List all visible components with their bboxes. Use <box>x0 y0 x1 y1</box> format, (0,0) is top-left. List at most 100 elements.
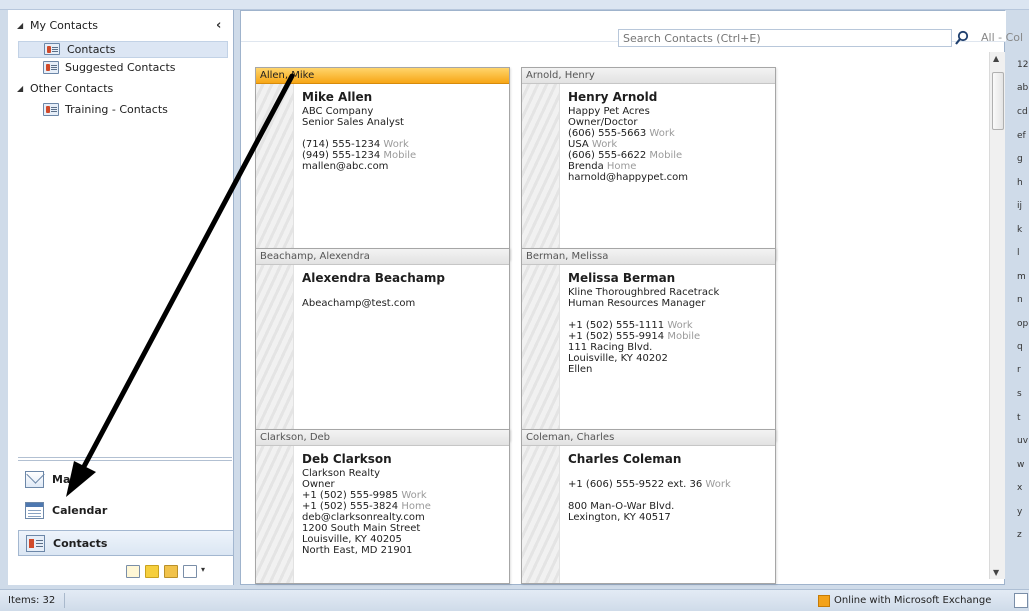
contact-extra: Ellen <box>568 364 593 375</box>
index-letter[interactable]: r <box>1017 365 1021 375</box>
index-letter[interactable]: k <box>1017 225 1022 235</box>
connection-status[interactable]: Online with Microsoft Exchange <box>834 595 991 606</box>
search-icon[interactable] <box>954 29 970 47</box>
index-letter[interactable]: z <box>1017 530 1022 540</box>
contact-company: Happy Pet Acres <box>568 106 650 117</box>
contact-name: Mike Allen <box>302 90 373 104</box>
shortcuts-icon[interactable] <box>183 565 197 578</box>
contact-job-title: Owner <box>302 479 335 490</box>
index-letter[interactable]: s <box>1017 389 1022 399</box>
contact-card-berman-melissa[interactable]: Berman, Melissa Melissa Berman Kline Tho… <box>521 248 776 441</box>
contact-phone-home: +1 (502) 555-3824 Home <box>302 501 431 512</box>
contact-email[interactable]: deb@clarksonrealty.com <box>302 512 505 523</box>
contact-card-clarkson-deb[interactable]: Clarkson, Deb Deb Clarkson Clarkson Real… <box>255 429 510 584</box>
contact-company: Kline Thoroughbred Racetrack <box>568 287 720 298</box>
contact-phone-mobile: (949) 555-1234 Mobile <box>302 150 417 161</box>
index-letter[interactable]: ef <box>1017 131 1026 141</box>
contact-email[interactable]: Abeachamp@test.com <box>302 298 505 309</box>
contact-card-icon <box>26 535 45 552</box>
search-input[interactable] <box>618 29 952 47</box>
index-letter[interactable]: op <box>1017 319 1028 329</box>
index-letter[interactable]: w <box>1017 460 1024 470</box>
contact-phone-work: (606) 555-5663 Work <box>568 128 675 139</box>
envelope-icon <box>25 471 44 488</box>
contact-job-title: Human Resources Manager <box>568 298 706 309</box>
group-label: My Contacts <box>30 19 99 32</box>
search-scope-label[interactable]: All - Col <box>981 31 1023 44</box>
index-letter[interactable]: cd <box>1017 107 1028 117</box>
nav-button-mail[interactable]: Mail <box>18 467 234 493</box>
search-bar: All - Col <box>241 11 1023 47</box>
folder-item-training-contacts[interactable]: Training - Contacts <box>8 101 228 119</box>
contacts-folder-icon <box>43 61 59 74</box>
index-letter[interactable]: ab <box>1017 83 1028 93</box>
contact-street: 1200 South Main Street <box>302 523 421 534</box>
index-letter[interactable]: x <box>1017 483 1022 493</box>
contact-job-title: Senior Sales Analyst <box>302 117 404 128</box>
exchange-connection-icon <box>818 595 830 607</box>
nav-pane-splitter[interactable] <box>18 457 232 461</box>
contact-company: Clarkson Realty <box>302 468 381 479</box>
contact-email[interactable]: harnold@happypet.com <box>568 172 771 183</box>
contact-city-state: Louisville, KY 40202 <box>568 353 668 364</box>
index-letter[interactable]: uv <box>1017 436 1028 446</box>
status-divider <box>64 593 65 608</box>
scroll-up-arrow-icon[interactable]: ▲ <box>993 54 999 63</box>
nav-button-calendar[interactable]: Calendar <box>18 498 234 524</box>
index-letter[interactable]: m <box>1017 272 1026 282</box>
configure-buttons-chevron-icon[interactable]: ▾ <box>201 565 205 574</box>
index-letter[interactable]: g <box>1017 154 1023 164</box>
alphabet-index-bar: 123 ab cd ef g h ij k l m n op q r s t u… <box>1013 54 1029 554</box>
scroll-down-arrow-icon[interactable]: ▼ <box>993 568 999 577</box>
contact-photo-placeholder <box>256 446 294 583</box>
contact-phone-mobile: (606) 555-6622 Mobile <box>568 150 683 161</box>
folder-list-icon[interactable] <box>164 565 178 578</box>
nav-button-label: Mail <box>52 473 78 486</box>
contact-phone-work: +1 (502) 555-9985 Work <box>302 490 427 501</box>
contact-card-arnold-henry[interactable]: Arnold, Henry Henry Arnold Happy Pet Acr… <box>521 67 776 260</box>
contact-city-state-2: North East, MD 21901 <box>302 545 413 556</box>
collapse-triangle-icon: ◢ <box>17 21 24 30</box>
tasks-icon[interactable] <box>126 565 140 578</box>
index-letter[interactable]: n <box>1017 295 1023 305</box>
scroll-thumb[interactable] <box>992 72 1004 130</box>
contact-card-coleman-charles[interactable]: Coleman, Charles Charles Coleman +1 (606… <box>521 429 776 584</box>
contact-name: Alexendra Beachamp <box>302 271 445 285</box>
contact-card-beachamp-alexendra[interactable]: Beachamp, Alexendra Alexendra Beachamp A… <box>255 248 510 441</box>
contact-photo-placeholder <box>256 265 294 440</box>
folder-item-contacts[interactable]: Contacts <box>18 41 228 58</box>
nav-button-label: Contacts <box>53 537 108 550</box>
index-letter[interactable]: y <box>1017 507 1022 517</box>
contact-photo-placeholder <box>522 84 560 259</box>
contacts-folder-icon <box>44 43 60 55</box>
normal-view-icon[interactable] <box>1014 593 1028 608</box>
index-letter[interactable]: l <box>1017 248 1020 258</box>
card-file-as: Clarkson, Deb <box>256 430 509 446</box>
index-letter[interactable]: 123 <box>1017 60 1029 70</box>
contact-photo-placeholder <box>522 446 560 583</box>
group-my-contacts[interactable]: ◢ My Contacts <box>8 17 228 35</box>
cards-vertical-scrollbar[interactable]: ▲ ▼ <box>989 52 1005 579</box>
card-file-as: Arnold, Henry <box>522 68 775 84</box>
folder-label: Training - Contacts <box>65 103 168 116</box>
contact-name: Henry Arnold <box>568 90 658 104</box>
nav-button-contacts[interactable]: Contacts <box>18 530 234 556</box>
index-letter[interactable]: q <box>1017 342 1023 352</box>
contact-card-allen-mike[interactable]: Allen, Mike Mike Allen ABC Company Senio… <box>255 67 510 260</box>
index-letter[interactable]: h <box>1017 178 1023 188</box>
contact-job-title: Owner/Doctor <box>568 117 638 128</box>
contact-email[interactable]: mallen@abc.com <box>302 161 505 172</box>
contact-photo-placeholder <box>256 84 294 259</box>
contact-name: Melissa Berman <box>568 271 676 285</box>
card-file-as: Coleman, Charles <box>522 430 775 446</box>
index-letter[interactable]: ij <box>1017 201 1022 211</box>
notes-icon[interactable] <box>145 565 159 578</box>
window-top-strip <box>0 0 1029 10</box>
folder-item-suggested-contacts[interactable]: Suggested Contacts <box>8 59 228 77</box>
contact-phone-mobile: +1 (502) 555-9914 Mobile <box>568 331 701 342</box>
contact-company: ABC Company <box>302 106 374 117</box>
index-letter[interactable]: t <box>1017 413 1021 423</box>
contact-address-work: USA Work <box>568 139 618 150</box>
contact-street: 800 Man-O-War Blvd. <box>568 501 675 512</box>
group-other-contacts[interactable]: ◢ Other Contacts <box>8 80 228 98</box>
